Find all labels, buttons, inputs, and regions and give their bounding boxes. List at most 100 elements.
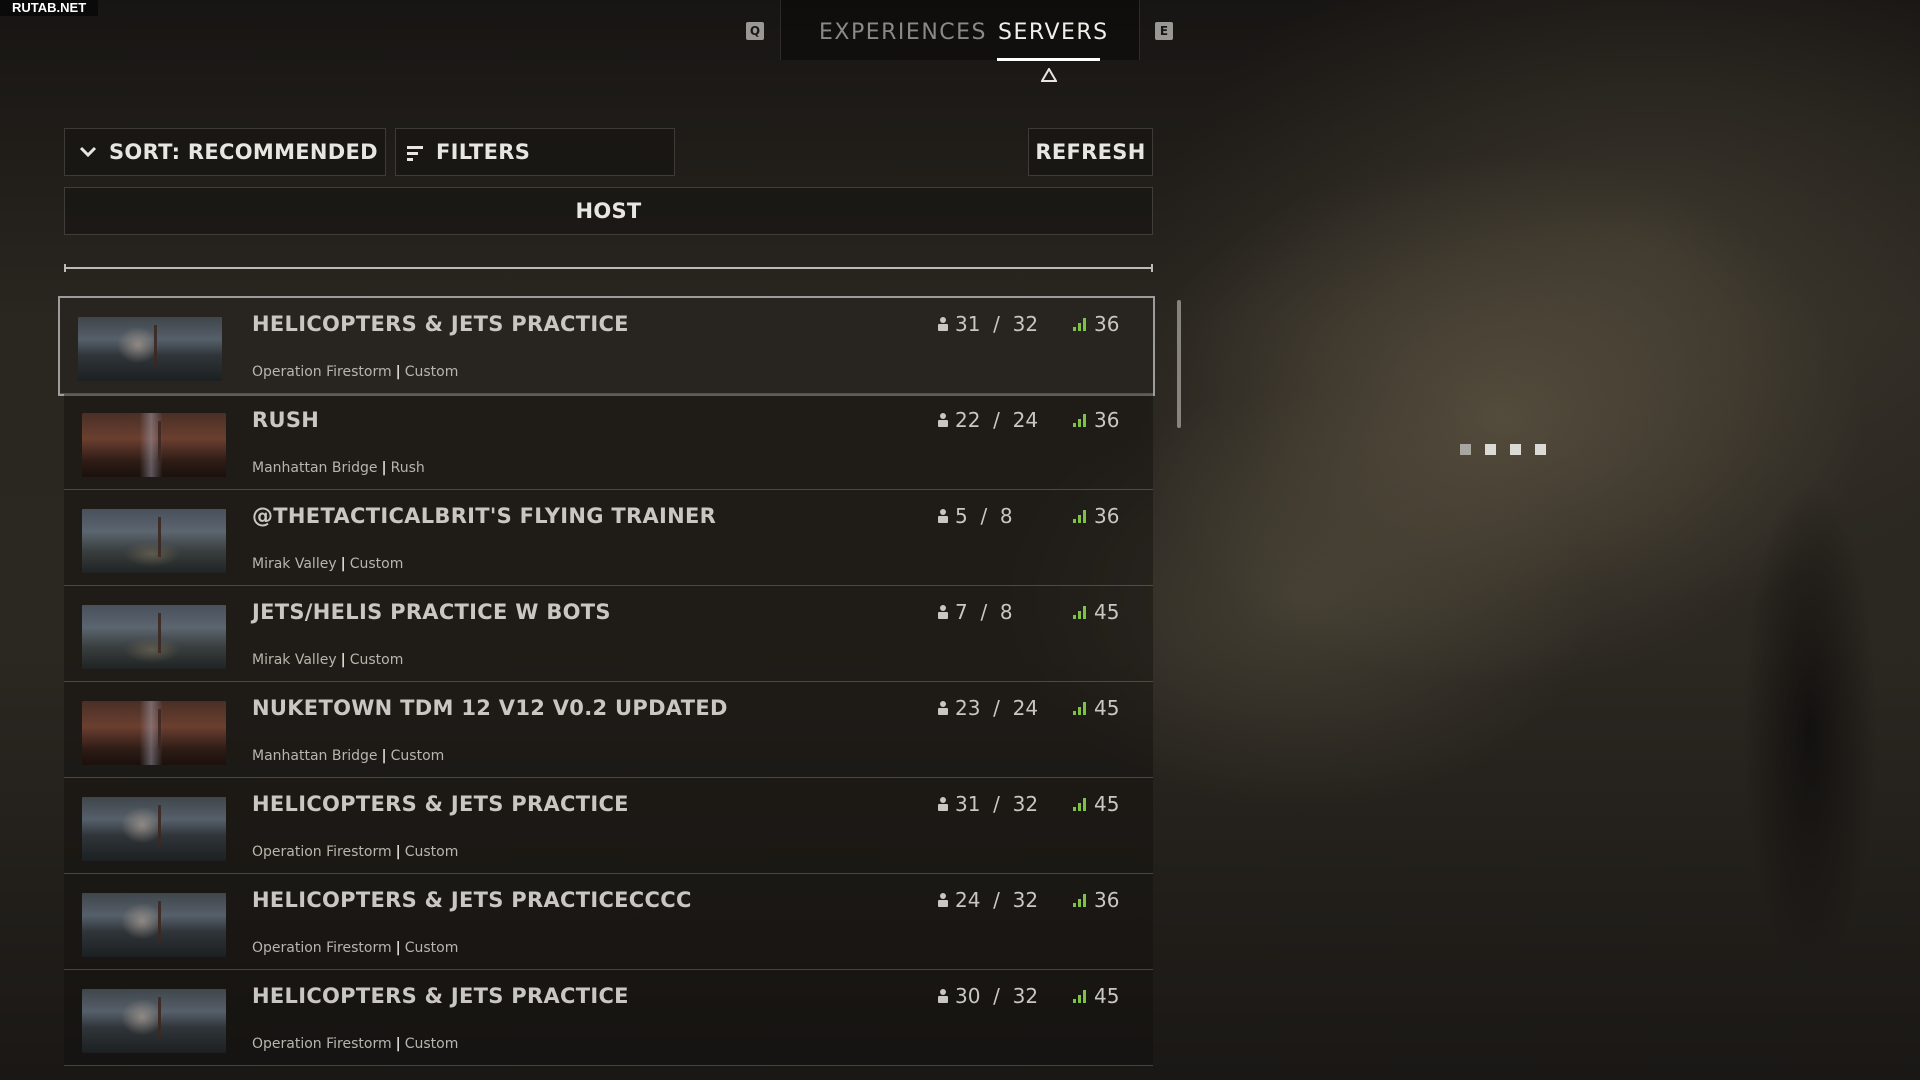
players-max: 32 bbox=[1012, 792, 1039, 816]
signal-icon bbox=[1073, 318, 1086, 331]
chevron-down-icon bbox=[79, 146, 97, 158]
player-count: 24 / 32 bbox=[937, 888, 1038, 912]
server-meta: Manhattan Bridge | Rush bbox=[252, 460, 425, 476]
ping-ms: 36 bbox=[1094, 408, 1120, 432]
player-icon bbox=[938, 989, 948, 1003]
q-key-hint[interactable]: Q bbox=[746, 22, 764, 40]
server-meta: Manhattan Bridge | Custom bbox=[252, 748, 445, 764]
player-icon bbox=[938, 701, 948, 715]
players-max: 32 bbox=[1012, 312, 1039, 336]
loading-dot bbox=[1485, 444, 1496, 455]
server-map: Operation Firestorm bbox=[252, 940, 392, 956]
server-mode: Custom bbox=[390, 748, 445, 764]
tab-experiences[interactable]: EXPERIENCES bbox=[819, 20, 987, 45]
map-thumbnail bbox=[82, 509, 226, 573]
list-scrollbar[interactable] bbox=[1177, 300, 1181, 428]
players-current: 30 bbox=[955, 984, 981, 1008]
ping-value: 36 bbox=[1072, 312, 1119, 336]
players-max: 8 bbox=[999, 600, 1013, 624]
players-max: 32 bbox=[1012, 888, 1039, 912]
tab-servers[interactable]: SERVERS bbox=[998, 20, 1109, 45]
map-thumbnail bbox=[82, 893, 226, 957]
server-name: HELICOPTERS & JETS PRACTICE bbox=[252, 792, 629, 816]
players-current: 7 bbox=[955, 600, 968, 624]
e-key-hint[interactable]: E bbox=[1155, 22, 1173, 40]
player-count: 5 / 8 bbox=[937, 504, 1013, 528]
ping-value: 45 bbox=[1072, 792, 1119, 816]
server-name: HELICOPTERS & JETS PRACTICECCCC bbox=[252, 888, 692, 912]
player-icon bbox=[938, 317, 948, 331]
loading-indicator bbox=[1460, 440, 1560, 459]
server-name: HELICOPTERS & JETS PRACTICE bbox=[252, 984, 629, 1008]
players-current: 5 bbox=[955, 504, 968, 528]
active-tab-underline bbox=[997, 58, 1100, 61]
players-max: 24 bbox=[1012, 696, 1039, 720]
list-divider bbox=[64, 264, 1153, 272]
players-max: 32 bbox=[1012, 984, 1039, 1008]
server-meta: Operation Firestorm | Custom bbox=[252, 940, 459, 956]
server-map: Manhattan Bridge bbox=[252, 748, 378, 764]
ping-ms: 36 bbox=[1094, 888, 1120, 912]
server-row[interactable]: @THETACTICALBRIT'S FLYING TRAINER Mirak … bbox=[64, 490, 1153, 586]
map-thumbnail bbox=[82, 701, 226, 765]
server-row[interactable]: HELICOPTERS & JETS PRACTICECCCC Operatio… bbox=[64, 874, 1153, 970]
ping-ms: 45 bbox=[1094, 984, 1120, 1008]
ping-ms: 36 bbox=[1094, 312, 1120, 336]
ping-ms: 45 bbox=[1094, 792, 1120, 816]
server-meta: Mirak Valley | Custom bbox=[252, 556, 404, 572]
players-max: 8 bbox=[999, 504, 1013, 528]
ping-ms: 45 bbox=[1094, 696, 1120, 720]
player-count: 31 / 32 bbox=[937, 312, 1038, 336]
refresh-button[interactable]: REFRESH bbox=[1028, 128, 1153, 176]
sort-button[interactable]: SORT: RECOMMENDED bbox=[64, 128, 386, 176]
server-mode: Custom bbox=[349, 652, 404, 668]
server-mode: Custom bbox=[404, 940, 459, 956]
player-icon bbox=[938, 413, 948, 427]
server-map: Mirak Valley bbox=[252, 652, 337, 668]
map-thumbnail bbox=[78, 317, 222, 381]
player-count: 22 / 24 bbox=[937, 408, 1038, 432]
server-mode: Custom bbox=[349, 556, 404, 572]
ping-value: 36 bbox=[1072, 408, 1119, 432]
loading-dot bbox=[1535, 444, 1546, 455]
server-mode: Custom bbox=[404, 1036, 459, 1052]
signal-icon bbox=[1073, 990, 1086, 1003]
ping-value: 45 bbox=[1072, 600, 1119, 624]
server-row[interactable]: RUSH Manhattan Bridge | Rush 22 / 24 36 bbox=[64, 394, 1153, 490]
server-name: HELICOPTERS & JETS PRACTICE bbox=[252, 312, 629, 336]
player-icon bbox=[938, 509, 948, 523]
players-current: 31 bbox=[955, 792, 981, 816]
server-meta: Operation Firestorm | Custom bbox=[252, 844, 459, 860]
players-current: 22 bbox=[955, 408, 981, 432]
host-button[interactable]: HOST bbox=[64, 187, 1153, 235]
ping-ms: 45 bbox=[1094, 600, 1120, 624]
map-thumbnail bbox=[82, 605, 226, 669]
server-mode: Rush bbox=[390, 460, 425, 476]
ping-value: 36 bbox=[1072, 888, 1119, 912]
server-row[interactable]: HELICOPTERS & JETS PRACTICE Operation Fi… bbox=[58, 296, 1155, 396]
server-meta: Operation Firestorm | Custom bbox=[252, 1036, 459, 1052]
ping-value: 45 bbox=[1072, 696, 1119, 720]
filters-label: FILTERS bbox=[436, 140, 531, 164]
server-row[interactable]: HELICOPTERS & JETS PRACTICE Operation Fi… bbox=[64, 970, 1153, 1066]
filters-button[interactable]: FILTERS bbox=[395, 128, 675, 176]
signal-icon bbox=[1073, 702, 1086, 715]
signal-icon bbox=[1073, 414, 1086, 427]
server-row[interactable]: JETS/HELIS PRACTICE W BOTS Mirak Valley |… bbox=[64, 586, 1153, 682]
server-row[interactable]: HELICOPTERS & JETS PRACTICE Operation Fi… bbox=[64, 778, 1153, 874]
player-icon bbox=[938, 797, 948, 811]
map-thumbnail bbox=[82, 989, 226, 1053]
server-meta: Mirak Valley | Custom bbox=[252, 652, 404, 668]
server-name: JETS/HELIS PRACTICE W BOTS bbox=[252, 600, 611, 624]
server-meta: Operation Firestorm | Custom bbox=[252, 364, 459, 380]
player-count: 7 / 8 bbox=[937, 600, 1013, 624]
server-map: Operation Firestorm bbox=[252, 844, 392, 860]
players-current: 23 bbox=[955, 696, 981, 720]
server-name: NUKETOWN TDM 12 V12 V0.2 UPDATED bbox=[252, 696, 728, 720]
player-count: 31 / 32 bbox=[937, 792, 1038, 816]
server-row[interactable]: NUKETOWN TDM 12 V12 V0.2 UPDATED Manhatt… bbox=[64, 682, 1153, 778]
player-count: 23 / 24 bbox=[937, 696, 1038, 720]
caret-up-icon bbox=[1041, 68, 1057, 82]
server-name: @THETACTICALBRIT'S FLYING TRAINER bbox=[252, 504, 717, 528]
signal-icon bbox=[1073, 606, 1086, 619]
